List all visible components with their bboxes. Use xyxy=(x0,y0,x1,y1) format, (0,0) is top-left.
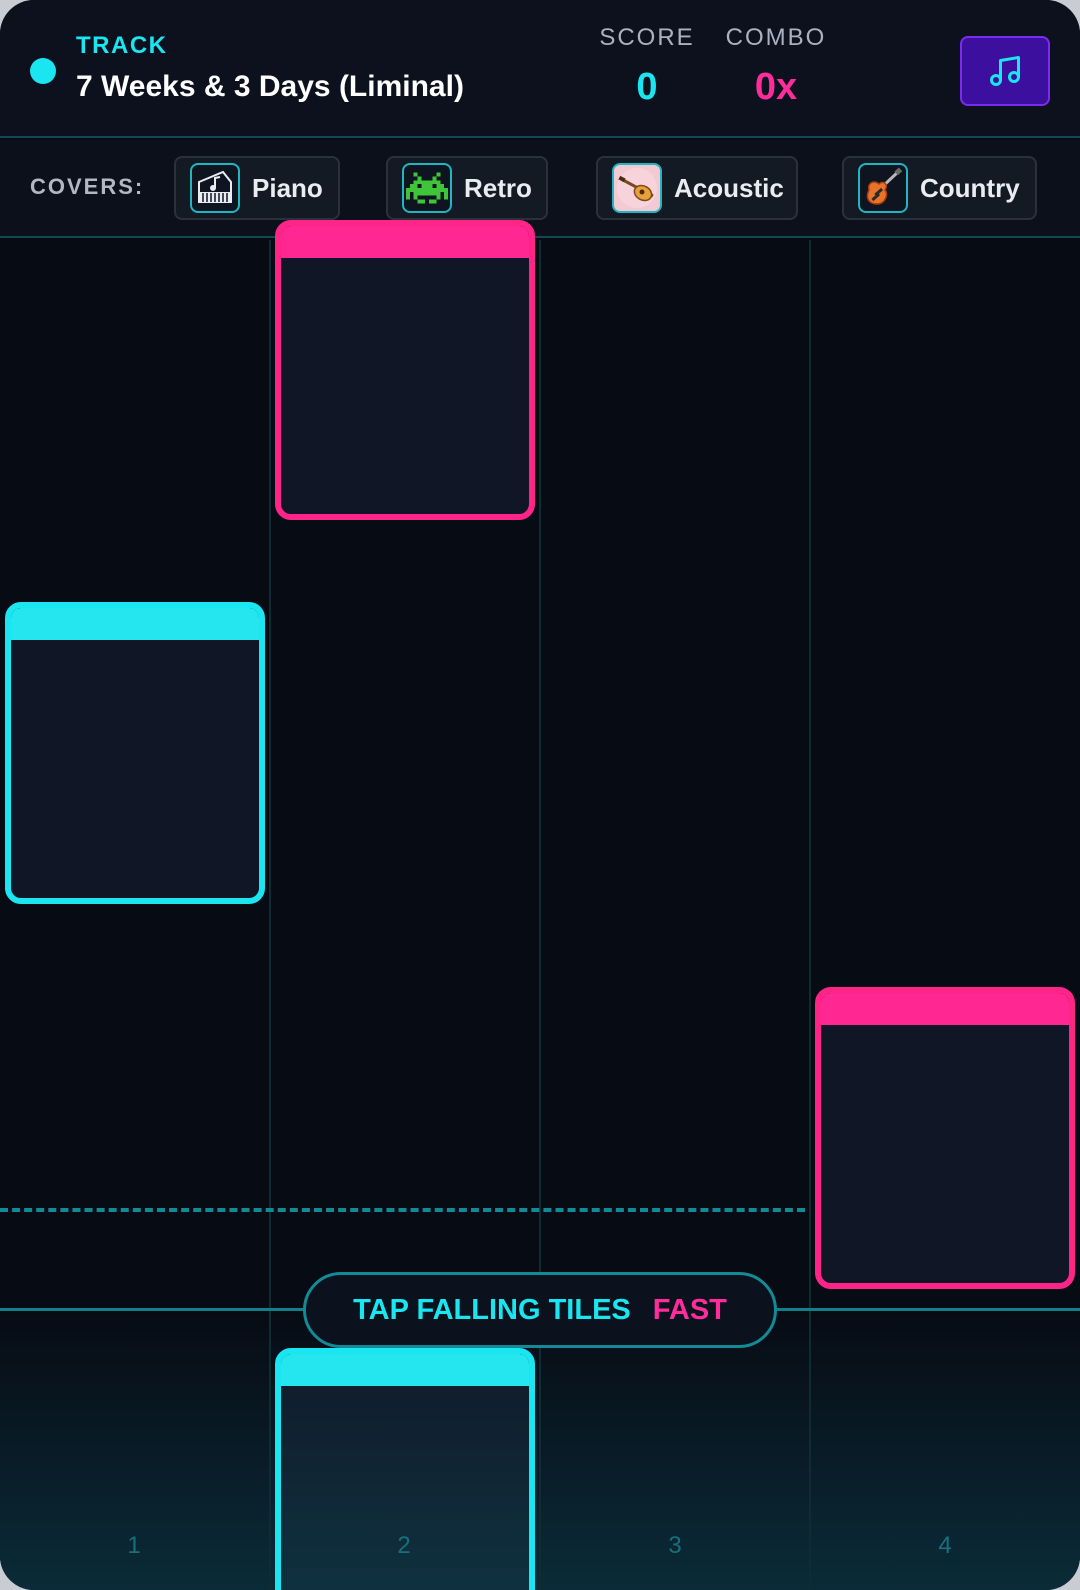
tile-cap xyxy=(281,226,529,258)
tile-cap xyxy=(11,608,259,640)
cover-acoustic-button[interactable]: Acoustic xyxy=(596,156,798,220)
score-value: 0 xyxy=(636,66,658,108)
acoustic-guitar-icon xyxy=(612,163,662,213)
cover-country-label: Country xyxy=(920,172,1020,203)
cover-country-button[interactable]: Country xyxy=(842,156,1037,220)
music-note-icon xyxy=(990,56,1020,86)
space-invader-icon xyxy=(402,163,452,213)
lane-divider xyxy=(539,240,541,1590)
covers-bar: COVERS: Piano Retro Acoustic Country xyxy=(0,140,1080,238)
hint-text: TAP FALLING TILES xyxy=(353,1293,631,1326)
tile-cap xyxy=(821,993,1069,1025)
lane-divider xyxy=(269,240,271,1590)
electric-guitar-icon xyxy=(858,163,908,213)
lane-number-2: 2 xyxy=(397,1532,411,1559)
score-label: SCORE xyxy=(599,24,695,51)
combo-value: 0x xyxy=(754,66,798,108)
hit-line xyxy=(0,1208,805,1212)
cover-retro-button[interactable]: Retro xyxy=(386,156,548,220)
track-label: TRACK xyxy=(76,32,168,59)
lane-number-1: 1 xyxy=(127,1532,141,1559)
header-bar: TRACK 7 Weeks & 3 Days (Liminal) SCORE 0… xyxy=(0,0,1080,138)
live-indicator-dot xyxy=(30,58,56,84)
music-button[interactable] xyxy=(960,36,1050,106)
cover-piano-label: Piano xyxy=(252,172,323,203)
covers-label: COVERS: xyxy=(30,174,145,199)
tile-cap xyxy=(281,1354,529,1386)
combo-label: COMBO xyxy=(725,24,827,51)
score-block: SCORE 0 xyxy=(572,24,722,109)
falling-tile-lane-1[interactable] xyxy=(5,602,265,904)
lane-number-4: 4 xyxy=(938,1532,952,1559)
falling-tile-lane-4[interactable] xyxy=(815,987,1075,1289)
lane-number-3: 3 xyxy=(668,1532,682,1559)
hint-pill: TAP FALLING TILES FAST xyxy=(303,1272,777,1348)
lane-divider xyxy=(809,240,811,1590)
cover-retro-label: Retro xyxy=(464,172,532,203)
cover-acoustic-label: Acoustic xyxy=(674,172,784,203)
falling-tile-lane-2[interactable] xyxy=(275,220,535,520)
piano-icon xyxy=(190,163,240,213)
combo-block: COMBO 0x xyxy=(701,24,851,109)
cover-piano-button[interactable]: Piano xyxy=(174,156,340,220)
hint-accent: FAST xyxy=(652,1293,727,1326)
game-screen: TRACK 7 Weeks & 3 Days (Liminal) SCORE 0… xyxy=(0,0,1080,1590)
track-title: 7 Weeks & 3 Days (Liminal) xyxy=(76,70,464,103)
